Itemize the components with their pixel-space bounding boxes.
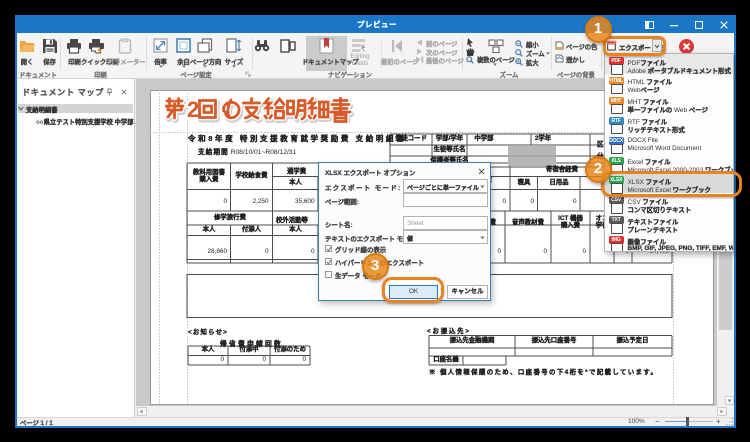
svg-text:2: 2 (187, 97, 199, 122)
